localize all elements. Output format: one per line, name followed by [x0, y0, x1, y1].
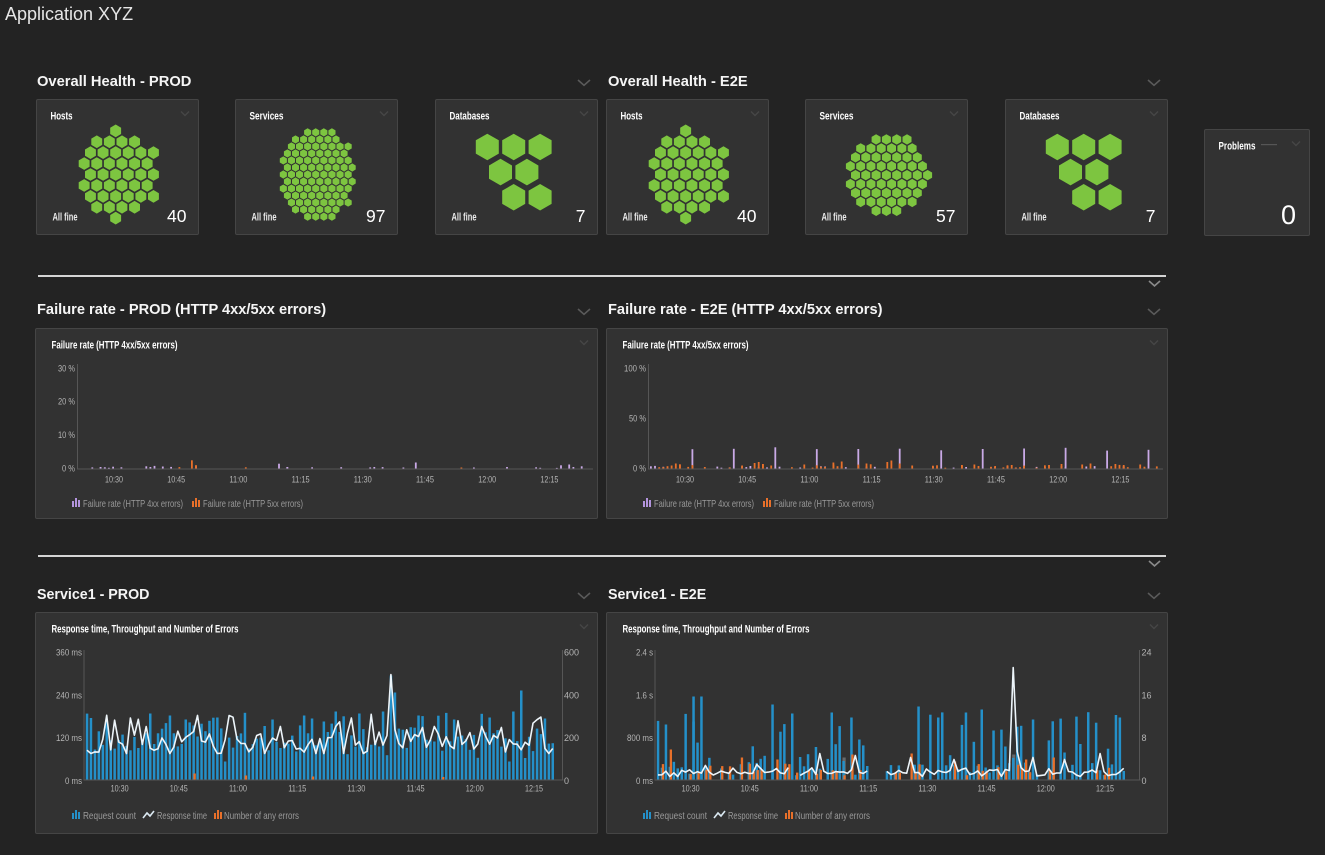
- svg-text:12:00: 12:00: [466, 784, 484, 794]
- svg-text:Failure rate (HTTP 5xx errors): Failure rate (HTTP 5xx errors): [774, 498, 874, 510]
- svg-text:All fine: All fine: [53, 212, 78, 224]
- svg-text:40: 40: [167, 206, 187, 226]
- svg-text:240 ms: 240 ms: [56, 690, 82, 700]
- svg-text:0: 0: [1281, 200, 1296, 230]
- svg-text:0 %: 0 %: [633, 464, 646, 474]
- svg-text:12:15: 12:15: [525, 784, 543, 794]
- svg-text:11:15: 11:15: [288, 784, 306, 794]
- svg-text:100 %: 100 %: [624, 363, 646, 373]
- svg-text:11:30: 11:30: [925, 475, 943, 485]
- svg-text:Request count: Request count: [654, 810, 707, 822]
- svg-text:50 %: 50 %: [629, 413, 646, 423]
- svg-text:11:45: 11:45: [416, 475, 434, 485]
- svg-text:10:45: 10:45: [167, 475, 185, 485]
- svg-text:Failure rate (HTTP 4xx errors): Failure rate (HTTP 4xx errors): [654, 498, 754, 510]
- svg-text:11:30: 11:30: [354, 475, 372, 485]
- svg-text:All fine: All fine: [452, 212, 477, 224]
- svg-text:All fine: All fine: [252, 212, 277, 224]
- svg-text:All fine: All fine: [822, 212, 847, 224]
- svg-text:10:30: 10:30: [682, 784, 700, 794]
- svg-text:11:00: 11:00: [229, 475, 247, 485]
- svg-text:11:45: 11:45: [987, 475, 1005, 485]
- svg-text:Databases: Databases: [450, 111, 490, 123]
- svg-text:12:00: 12:00: [1049, 475, 1067, 485]
- svg-text:120 ms: 120 ms: [56, 733, 82, 743]
- svg-text:12:15: 12:15: [1096, 784, 1114, 794]
- svg-text:Response time: Response time: [157, 810, 207, 822]
- svg-text:400: 400: [564, 690, 579, 700]
- svg-text:11:00: 11:00: [800, 784, 818, 794]
- svg-text:Problems: Problems: [1219, 141, 1256, 153]
- svg-text:0 ms: 0 ms: [65, 776, 82, 786]
- svg-text:Number of any errors: Number of any errors: [795, 810, 870, 822]
- svg-text:All fine: All fine: [1022, 212, 1047, 224]
- svg-text:10 %: 10 %: [58, 430, 75, 440]
- svg-text:30 %: 30 %: [58, 363, 75, 373]
- svg-text:600: 600: [564, 648, 579, 658]
- svg-text:0 %: 0 %: [62, 464, 75, 474]
- svg-text:10:45: 10:45: [741, 784, 759, 794]
- svg-text:200: 200: [564, 733, 579, 743]
- svg-text:10:30: 10:30: [111, 784, 129, 794]
- svg-text:0: 0: [1142, 776, 1147, 786]
- svg-text:11:15: 11:15: [863, 475, 881, 485]
- svg-text:8: 8: [1142, 733, 1147, 743]
- svg-text:12:00: 12:00: [1037, 784, 1055, 794]
- svg-text:Response time, Throughput and: Response time, Throughput and Number of …: [623, 623, 810, 635]
- svg-text:1.6 s: 1.6 s: [636, 690, 653, 700]
- svg-text:Failure rate (HTTP 4xx/5xx err: Failure rate (HTTP 4xx/5xx errors): [623, 339, 749, 351]
- svg-text:11:30: 11:30: [347, 784, 365, 794]
- svg-text:Request count: Request count: [83, 810, 136, 822]
- svg-text:12:00: 12:00: [478, 475, 496, 485]
- svg-text:Services: Services: [820, 111, 854, 123]
- svg-text:12:15: 12:15: [1111, 475, 1129, 485]
- svg-text:97: 97: [366, 206, 385, 226]
- svg-text:11:45: 11:45: [407, 784, 425, 794]
- svg-text:0 ms: 0 ms: [636, 776, 653, 786]
- svg-text:24: 24: [1142, 648, 1152, 658]
- svg-text:11:45: 11:45: [978, 784, 996, 794]
- svg-text:10:45: 10:45: [738, 475, 756, 485]
- svg-text:11:00: 11:00: [800, 475, 818, 485]
- svg-text:Response time: Response time: [728, 810, 778, 822]
- svg-text:20 %: 20 %: [58, 397, 75, 407]
- svg-text:11:00: 11:00: [229, 784, 247, 794]
- svg-text:Number of any errors: Number of any errors: [224, 810, 299, 822]
- svg-text:2.4 s: 2.4 s: [636, 648, 653, 658]
- svg-text:11:15: 11:15: [292, 475, 310, 485]
- svg-text:800 ms: 800 ms: [627, 733, 653, 743]
- svg-text:57: 57: [936, 206, 955, 226]
- svg-text:Failure rate (HTTP 4xx errors): Failure rate (HTTP 4xx errors): [83, 498, 183, 510]
- svg-text:All fine: All fine: [623, 212, 648, 224]
- svg-text:Services: Services: [250, 111, 284, 123]
- svg-text:12:15: 12:15: [540, 475, 558, 485]
- svg-text:0: 0: [564, 776, 569, 786]
- svg-text:Databases: Databases: [1020, 111, 1060, 123]
- svg-text:10:30: 10:30: [676, 475, 694, 485]
- svg-text:Response time, Throughput and: Response time, Throughput and Number of …: [52, 623, 239, 635]
- svg-text:10:45: 10:45: [170, 784, 188, 794]
- svg-text:11:30: 11:30: [918, 784, 936, 794]
- svg-text:16: 16: [1142, 690, 1152, 700]
- svg-text:Hosts: Hosts: [51, 111, 73, 123]
- svg-text:Failure rate (HTTP 4xx/5xx err: Failure rate (HTTP 4xx/5xx errors): [52, 339, 178, 351]
- svg-text:40: 40: [737, 206, 757, 226]
- svg-text:360 ms: 360 ms: [56, 648, 82, 658]
- svg-text:11:15: 11:15: [859, 784, 877, 794]
- svg-text:10:30: 10:30: [105, 475, 123, 485]
- svg-text:7: 7: [1146, 206, 1156, 226]
- svg-text:Hosts: Hosts: [621, 111, 643, 123]
- svg-text:Failure rate (HTTP 5xx errors): Failure rate (HTTP 5xx errors): [203, 498, 303, 510]
- svg-text:7: 7: [576, 206, 586, 226]
